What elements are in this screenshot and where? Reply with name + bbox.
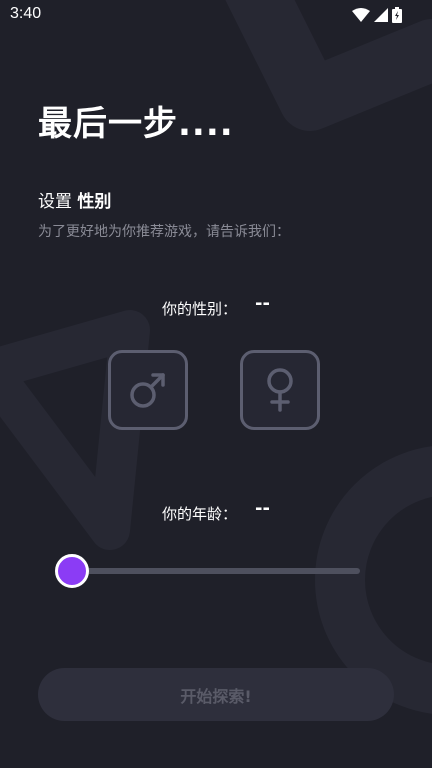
battery-icon [392, 7, 402, 23]
page-subtitle: 为了更好地为你推荐游戏，请告诉我们： [38, 224, 290, 240]
gender-female-button[interactable] [240, 350, 320, 430]
page-title: 最后一步.... [38, 104, 234, 144]
age-slider-track[interactable] [72, 568, 360, 574]
male-icon [130, 373, 165, 408]
main-content: 最后一步.... 设置 性别 为了更好地为你推荐游戏，请告诉我们： 你的性别： … [0, 0, 432, 768]
section-label-prefix: 设置 [38, 192, 72, 212]
section-label: 设置 性别 [38, 187, 111, 212]
age-value: -- [255, 498, 270, 519]
gender-label: 你的性别： [162, 300, 238, 318]
age-label: 你的年龄： [162, 505, 238, 523]
status-icons [352, 7, 402, 23]
gender-male-button[interactable] [108, 350, 188, 430]
female-icon [267, 368, 293, 412]
age-slider-thumb[interactable] [55, 554, 89, 588]
status-bar: 3:40 [0, 0, 432, 30]
age-field: 你的年龄： -- [0, 498, 432, 524]
section-label-strong: 性别 [77, 192, 112, 212]
start-explore-button[interactable]: 开始探索! [38, 668, 394, 721]
wifi-icon [352, 8, 370, 22]
cell-signal-icon [374, 8, 388, 22]
gender-field: 你的性别： -- [0, 293, 432, 319]
status-time: 3:40 [10, 5, 42, 22]
gender-value: -- [255, 293, 270, 314]
